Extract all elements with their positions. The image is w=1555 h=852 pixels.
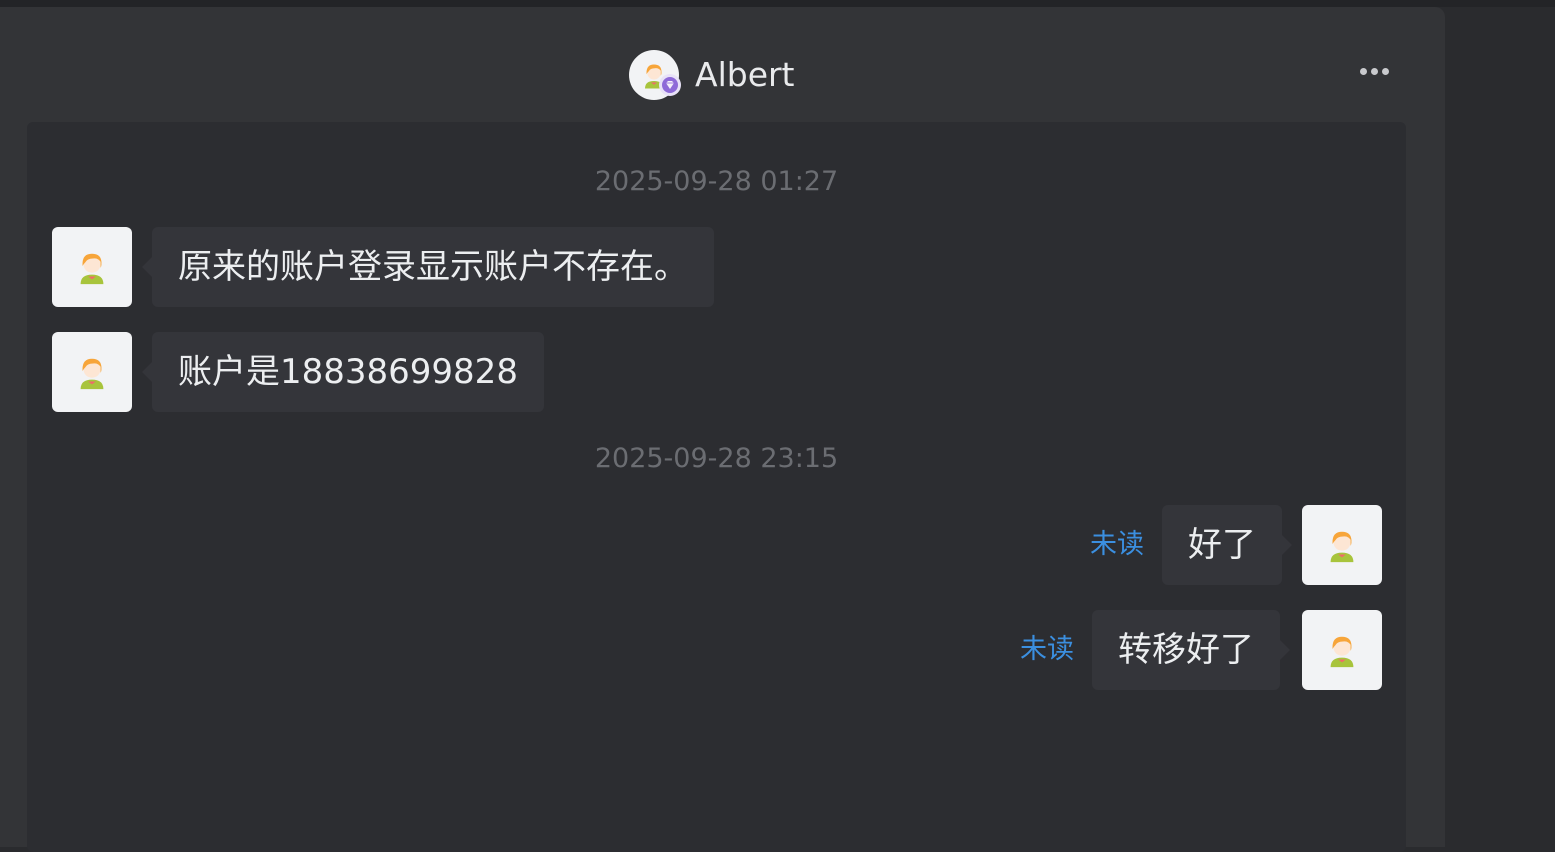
my-avatar[interactable]	[1302, 610, 1382, 690]
user-avatar-icon	[73, 353, 111, 391]
user-avatar-icon	[1323, 631, 1361, 669]
timestamp: 2025-09-28 01:27	[594, 166, 839, 197]
chat-panel: Albert 2025-09-28 01:27 原来的账户登录显示账户不存在。 …	[0, 7, 1445, 852]
sender-avatar[interactable]	[52, 227, 132, 307]
my-avatar[interactable]	[1302, 505, 1382, 585]
more-dots-icon	[1359, 67, 1367, 75]
user-avatar-icon	[1323, 526, 1361, 564]
user-avatar-icon	[73, 248, 111, 286]
contact-info[interactable]: Albert	[629, 50, 795, 100]
vip-diamond-icon	[659, 74, 681, 96]
chat-header: Albert	[0, 7, 1445, 122]
sender-avatar[interactable]	[52, 332, 132, 412]
contact-avatar[interactable]	[629, 50, 681, 100]
outgoing-message-bubble[interactable]: 好了	[1162, 505, 1292, 585]
message-list[interactable]: 2025-09-28 01:27 原来的账户登录显示账户不存在。 账户是1883…	[27, 122, 1406, 852]
window-top-strip	[0, 0, 1555, 7]
unread-status: 未读	[1090, 529, 1144, 560]
contact-name: Albert	[695, 55, 795, 94]
unread-status: 未读	[1020, 634, 1074, 665]
outgoing-message-bubble[interactable]: 转移好了	[1092, 610, 1290, 690]
timestamp: 2025-09-28 23:15	[594, 443, 839, 474]
more-options-button[interactable]	[1352, 57, 1396, 85]
incoming-message-bubble[interactable]: 账户是18838699828	[142, 332, 544, 412]
incoming-message-bubble[interactable]: 原来的账户登录显示账户不存在。	[142, 227, 714, 307]
